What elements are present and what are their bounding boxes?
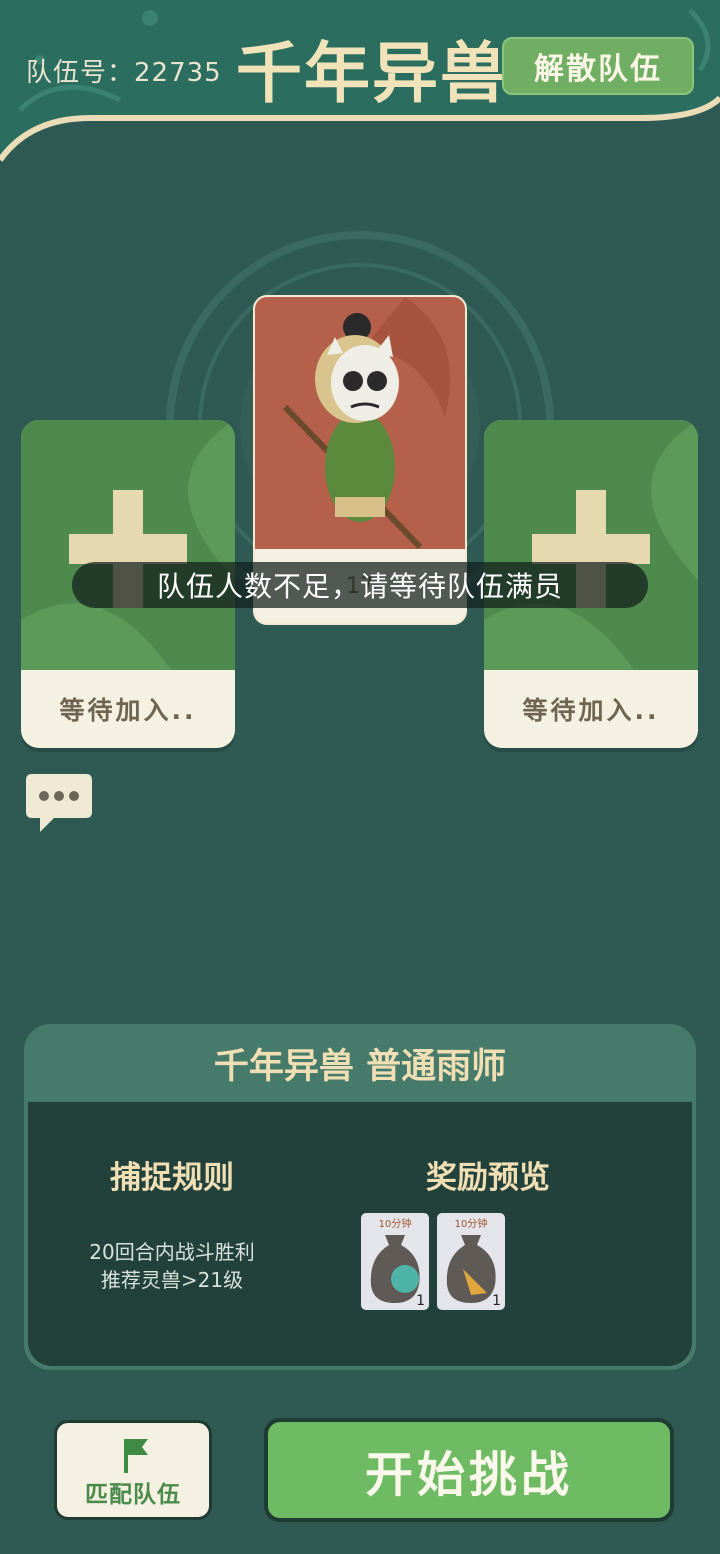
disband-team-button[interactable]: 解散队伍 <box>502 37 694 95</box>
chat-bubble-icon[interactable] <box>24 772 94 836</box>
panel-content <box>28 1102 692 1366</box>
capture-rules-heading: 捕捉规则 <box>110 1160 234 1196</box>
panel-title: 千年异兽 普通雨师 <box>213 1046 507 1087</box>
character-portrait <box>255 297 465 550</box>
team-not-full-toast: 队伍人数不足，请等待队伍满员 <box>72 562 648 608</box>
page-title: 千年异兽 <box>236 34 508 112</box>
reward-count: 1 <box>492 1293 501 1309</box>
reward-count: 1 <box>416 1293 425 1309</box>
reward-timer: 10分钟 <box>378 1219 412 1230</box>
rewards-preview-heading: 奖励预览 <box>426 1160 550 1196</box>
flag-icon <box>124 1439 148 1473</box>
match-team-button[interactable]: 匹配队伍 <box>54 1420 212 1520</box>
waiting-label: 等待加入.. <box>522 696 660 725</box>
reward-item[interactable]: 10分钟 1 <box>437 1213 505 1310</box>
reward-timer: 10分钟 <box>454 1219 488 1230</box>
match-team-label: 匹配队伍 <box>85 1482 181 1508</box>
rule-line: 推荐灵兽>21级 <box>100 1268 244 1292</box>
rule-line: 20回合内战斗胜利 <box>89 1240 255 1264</box>
start-challenge-button[interactable]: 开始挑战 <box>264 1418 674 1522</box>
waiting-label: 等待加入.. <box>59 696 197 725</box>
team-id-label: 队伍号：22735 <box>26 58 222 88</box>
reward-item[interactable]: 10分钟 1 <box>361 1213 429 1310</box>
